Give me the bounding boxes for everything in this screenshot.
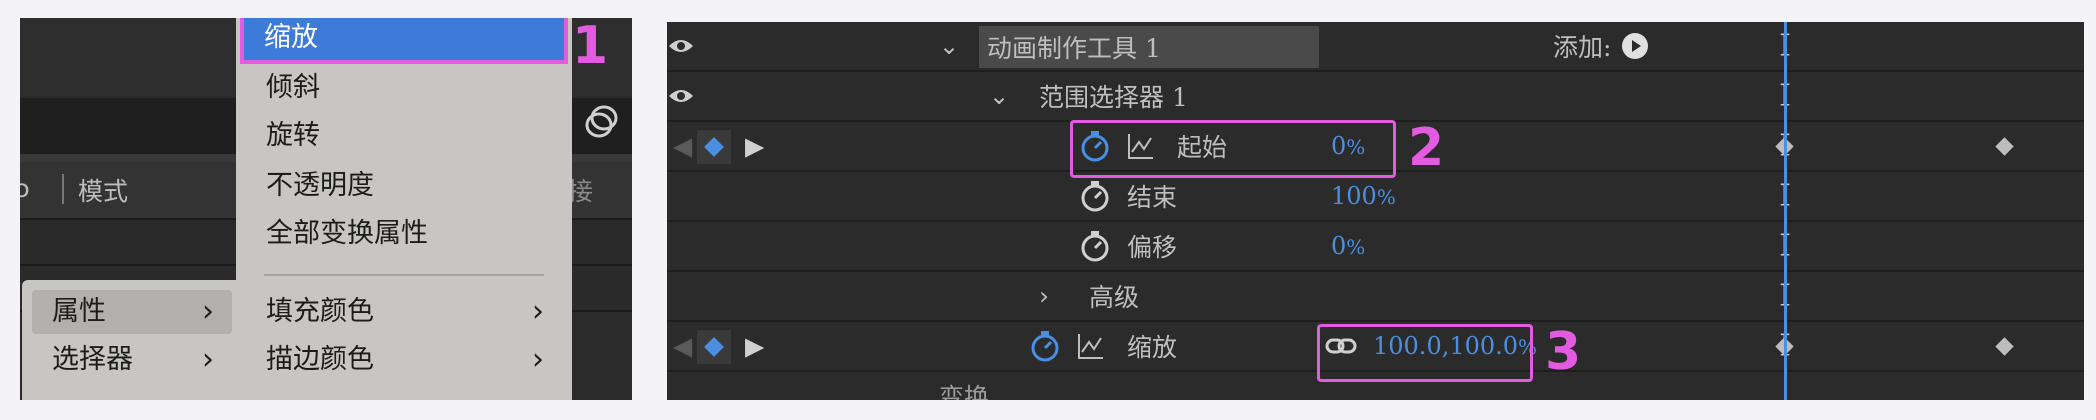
callout-number-1: 1 (572, 16, 609, 76)
chevron-right-icon: › (532, 342, 544, 377)
eye-icon[interactable] (667, 86, 695, 106)
menu-item-all-transform[interactable]: 全部变换属性 (246, 212, 562, 256)
column-divider (62, 174, 64, 204)
keyframe-diamond-icon (704, 337, 724, 357)
stopwatch-icon[interactable] (1029, 329, 1061, 363)
keyframe-marker[interactable] (1995, 137, 2014, 156)
stopwatch-icon[interactable] (1079, 229, 1111, 263)
chevron-right-icon: › (202, 342, 214, 377)
callout-number-3: 3 (1545, 322, 1582, 382)
prev-keyframe-icon[interactable]: ◀ (673, 132, 692, 161)
properties-submenu: 缩放 倾斜 旋转 不透明度 全部变换属性 填充颜色 › 描边颜色 › (236, 18, 572, 400)
range-selector-label: 范围选择器 1 (1039, 83, 1188, 112)
row-animator: ⌄ 动画制作工具 1 添加: I (667, 22, 2084, 72)
layer-panel-left: ɔ 模式 接 属性 › 选择器 › 缩放 倾斜 旋转 不透明度 全部变换属性 填充颜… (20, 18, 632, 400)
chevron-down-icon[interactable]: ⌄ (989, 82, 1009, 110)
column-icon-partial: ɔ (20, 174, 30, 203)
menu-item-opacity[interactable]: 不透明度 (246, 164, 562, 208)
offset-value[interactable]: 0% (1331, 232, 1365, 260)
row-advanced: › 高级 I (667, 272, 2084, 322)
add-play-icon[interactable] (1621, 32, 1649, 60)
menu-item-properties[interactable]: 属性 › (32, 290, 232, 334)
column-mode-label[interactable]: 模式 (78, 172, 128, 208)
link-icon[interactable] (584, 102, 620, 142)
callout-box-2 (1070, 120, 1396, 178)
transform-label: 变换 (939, 383, 990, 400)
add-label: 添加: (1553, 33, 1612, 62)
keyframe-marker[interactable] (1995, 337, 2014, 356)
menu-separator (264, 274, 544, 276)
callout-number-2: 2 (1408, 118, 1445, 178)
chevron-right-icon: › (532, 294, 544, 329)
menu-item-skew[interactable]: 倾斜 (246, 66, 562, 110)
scale-label: 缩放 (1127, 333, 1178, 362)
end-label: 结束 (1127, 183, 1178, 212)
animator-label: 动画制作工具 1 (987, 34, 1161, 63)
chevron-right-icon: › (202, 294, 214, 329)
row-end: 结束 100% I (667, 172, 2084, 222)
menu-item-stroke-color[interactable]: 描边颜色 › (246, 338, 562, 382)
playhead-line[interactable] (1784, 22, 1787, 400)
menu-item-scale[interactable]: 缩放 (240, 18, 568, 64)
row-offset: 偏移 0% I (667, 222, 2084, 272)
animator-name-field[interactable]: 动画制作工具 1 (979, 26, 1319, 68)
advanced-label: 高级 (1089, 283, 1140, 312)
menu-item-selector[interactable]: 选择器 › (32, 338, 232, 382)
parent-menu: 属性 › 选择器 › (22, 280, 242, 400)
eye-icon[interactable] (667, 36, 695, 56)
next-keyframe-icon[interactable]: ▶ (745, 332, 764, 361)
keyframe-toggle[interactable] (697, 330, 731, 364)
menu-item-fill-color[interactable]: 填充颜色 › (246, 290, 562, 334)
keyframe-toggle[interactable] (697, 130, 731, 164)
stopwatch-icon[interactable] (1079, 179, 1111, 213)
chevron-down-icon[interactable]: ⌄ (939, 32, 959, 60)
prev-keyframe-icon[interactable]: ◀ (673, 332, 692, 361)
offset-label: 偏移 (1127, 233, 1178, 262)
end-value[interactable]: 100% (1331, 182, 1396, 210)
menu-item-rotation[interactable]: 旋转 (246, 114, 562, 158)
chevron-right-icon[interactable]: › (1039, 282, 1049, 311)
callout-box-3 (1317, 324, 1533, 382)
graph-icon[interactable] (1077, 332, 1105, 360)
keyframe-diamond-icon (704, 137, 724, 157)
row-range-selector: ⌄ 范围选择器 1 I (667, 72, 2084, 122)
next-keyframe-icon[interactable]: ▶ (745, 132, 764, 161)
